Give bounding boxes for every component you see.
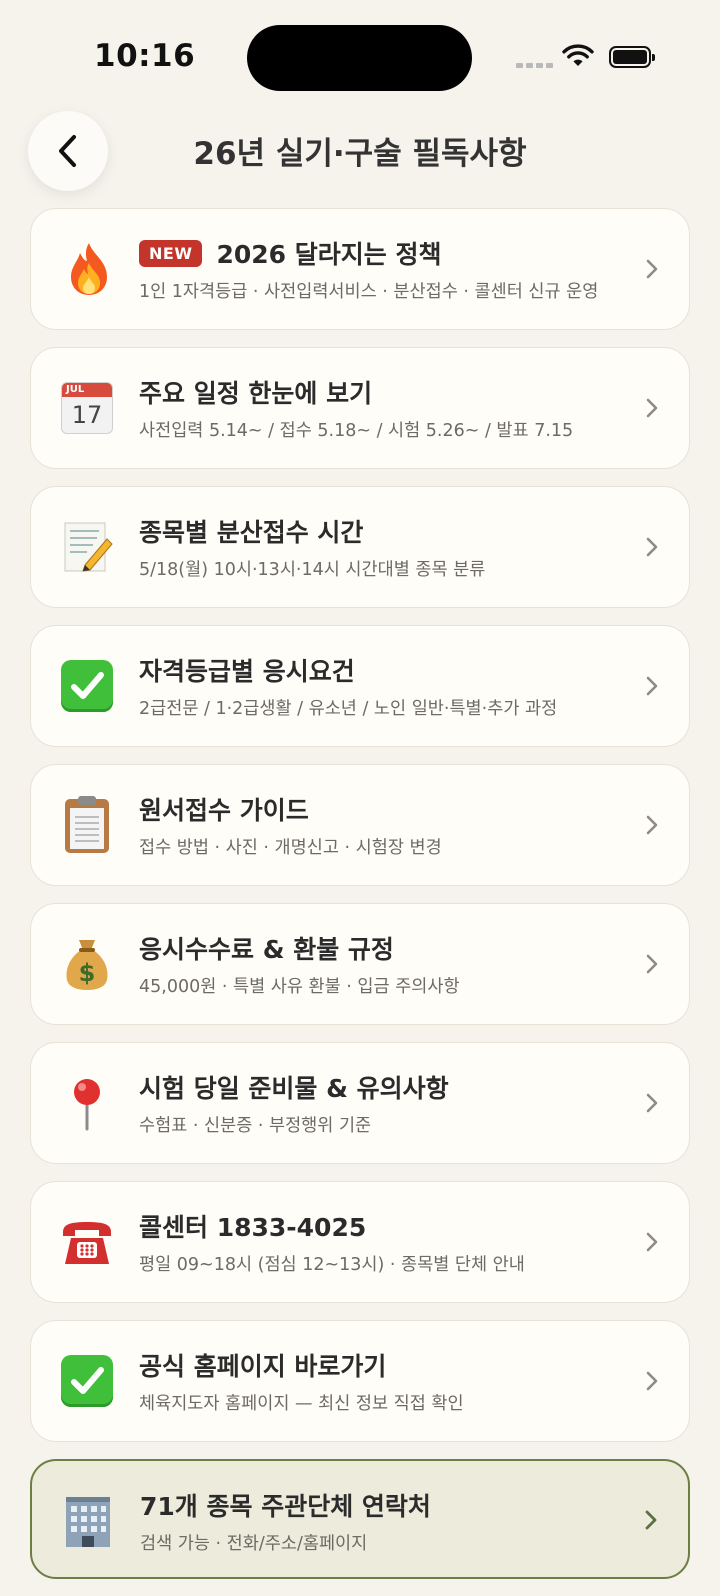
card-title: 응시수수료 & 환불 규정 <box>139 935 394 964</box>
card-title: 공식 홈페이지 바로가기 <box>139 1352 387 1381</box>
card-fees-refund[interactable]: $ 응시수수료 & 환불 규정 45,000원 · 특별 사유 환불 · 입금 … <box>30 903 690 1025</box>
card-title: 원서접수 가이드 <box>139 796 309 825</box>
card-title: 71개 종목 주관단체 연락처 <box>140 1492 431 1521</box>
card-subtitle: 2급전문 / 1·2급생활 / 유소년 / 노인 일반·특별·추가 과정 <box>139 699 558 719</box>
card-association-contacts[interactable]: 71개 종목 주관단체 연락처 검색 가능 · 전화/주소/홈페이지 <box>30 1459 690 1579</box>
chevron-right-icon <box>646 1232 658 1252</box>
chevron-right-icon <box>646 815 658 835</box>
chevron-right-icon <box>646 954 658 974</box>
calendar-month: JUL <box>62 383 112 397</box>
fire-icon <box>65 241 113 301</box>
chevron-right-icon <box>646 537 658 557</box>
card-title: 2026 달라지는 정책 <box>216 240 442 269</box>
card-subtitle: 5/18(월) 10시·13시·14시 시간대별 종목 분류 <box>139 560 486 580</box>
new-badge: NEW <box>139 239 203 267</box>
card-subtitle: 접수 방법 · 사진 · 개명신고 · 시험장 변경 <box>139 838 442 858</box>
svg-text:$: $ <box>79 959 96 987</box>
card-title: 주요 일정 한눈에 보기 <box>139 379 373 408</box>
card-split-registration[interactable]: 종목별 분산접수 시간 5/18(월) 10시·13시·14시 시간대별 종목 … <box>30 486 690 608</box>
card-title: 콜센터 1833-4025 <box>139 1213 367 1242</box>
status-bar: 10:16 <box>0 0 720 110</box>
guide-card-list: NEW 2026 달라지는 정책 1인 1자격등급 · 사전입력서비스 · 분산… <box>30 208 690 1596</box>
card-subtitle: 평일 09~18시 (점심 12~13시) · 종목별 단체 안내 <box>139 1255 525 1275</box>
card-title: 종목별 분산접수 시간 <box>139 518 364 547</box>
calendar-icon: JUL 17 <box>61 382 113 434</box>
card-call-center[interactable]: 콜센터 1833-4025 평일 09~18시 (점심 12~13시) · 종목… <box>30 1181 690 1303</box>
chevron-right-icon <box>646 1093 658 1113</box>
card-subtitle: 검색 가능 · 전화/주소/홈페이지 <box>140 1534 368 1554</box>
chevron-right-icon <box>646 1371 658 1391</box>
card-subtitle: 체육지도자 홈페이지 — 최신 정보 직접 확인 <box>139 1394 464 1414</box>
card-title: 자격등급별 응시요건 <box>139 657 355 686</box>
card-application-guide[interactable]: 원서접수 가이드 접수 방법 · 사진 · 개명신고 · 시험장 변경 <box>30 764 690 886</box>
memo-icon <box>63 521 113 577</box>
clipboard-icon <box>65 796 109 853</box>
chevron-right-icon <box>646 398 658 418</box>
wifi-icon <box>562 44 594 72</box>
card-exam-day[interactable]: 시험 당일 준비물 & 유의사항 수험표 · 신분증 · 부정행위 기준 <box>30 1042 690 1164</box>
pushpin-icon <box>69 1077 105 1135</box>
status-time: 10:16 <box>94 38 196 74</box>
card-subtitle: 수험표 · 신분증 · 부정행위 기준 <box>139 1116 372 1136</box>
card-schedule[interactable]: JUL 17 주요 일정 한눈에 보기 사전입력 5.14~ / 접수 5.18… <box>30 347 690 469</box>
card-eligibility[interactable]: 자격등급별 응시요건 2급전문 / 1·2급생활 / 유소년 / 노인 일반·특… <box>30 625 690 747</box>
money-bag-icon: $ <box>61 936 113 996</box>
battery-icon <box>609 46 655 68</box>
card-policy-changes[interactable]: NEW 2026 달라지는 정책 1인 1자격등급 · 사전입력서비스 · 분산… <box>30 208 690 330</box>
dynamic-island <box>247 25 472 91</box>
chevron-right-icon <box>646 259 658 279</box>
cellular-signal-icon <box>516 63 553 68</box>
chevron-right-icon <box>646 676 658 696</box>
card-subtitle: 사전입력 5.14~ / 접수 5.18~ / 시험 5.26~ / 발표 7.… <box>139 421 574 441</box>
card-official-homepage[interactable]: 공식 홈페이지 바로가기 체육지도자 홈페이지 — 최신 정보 직접 확인 <box>30 1320 690 1442</box>
check-mark-icon <box>61 1355 113 1407</box>
card-subtitle: 45,000원 · 특별 사유 환불 · 입금 주의사항 <box>139 977 460 997</box>
chevron-right-icon <box>645 1510 657 1530</box>
telephone-icon <box>59 1218 115 1272</box>
page-title: 26년 실기·구술 필독사항 <box>193 136 527 172</box>
check-mark-icon <box>61 660 113 712</box>
card-title: 시험 당일 준비물 & 유의사항 <box>139 1074 449 1103</box>
calendar-day: 17 <box>71 401 103 429</box>
card-subtitle: 1인 1자격등급 · 사전입력서비스 · 분산접수 · 콜센터 신규 운영 <box>139 282 599 302</box>
office-building-icon <box>62 1493 114 1553</box>
